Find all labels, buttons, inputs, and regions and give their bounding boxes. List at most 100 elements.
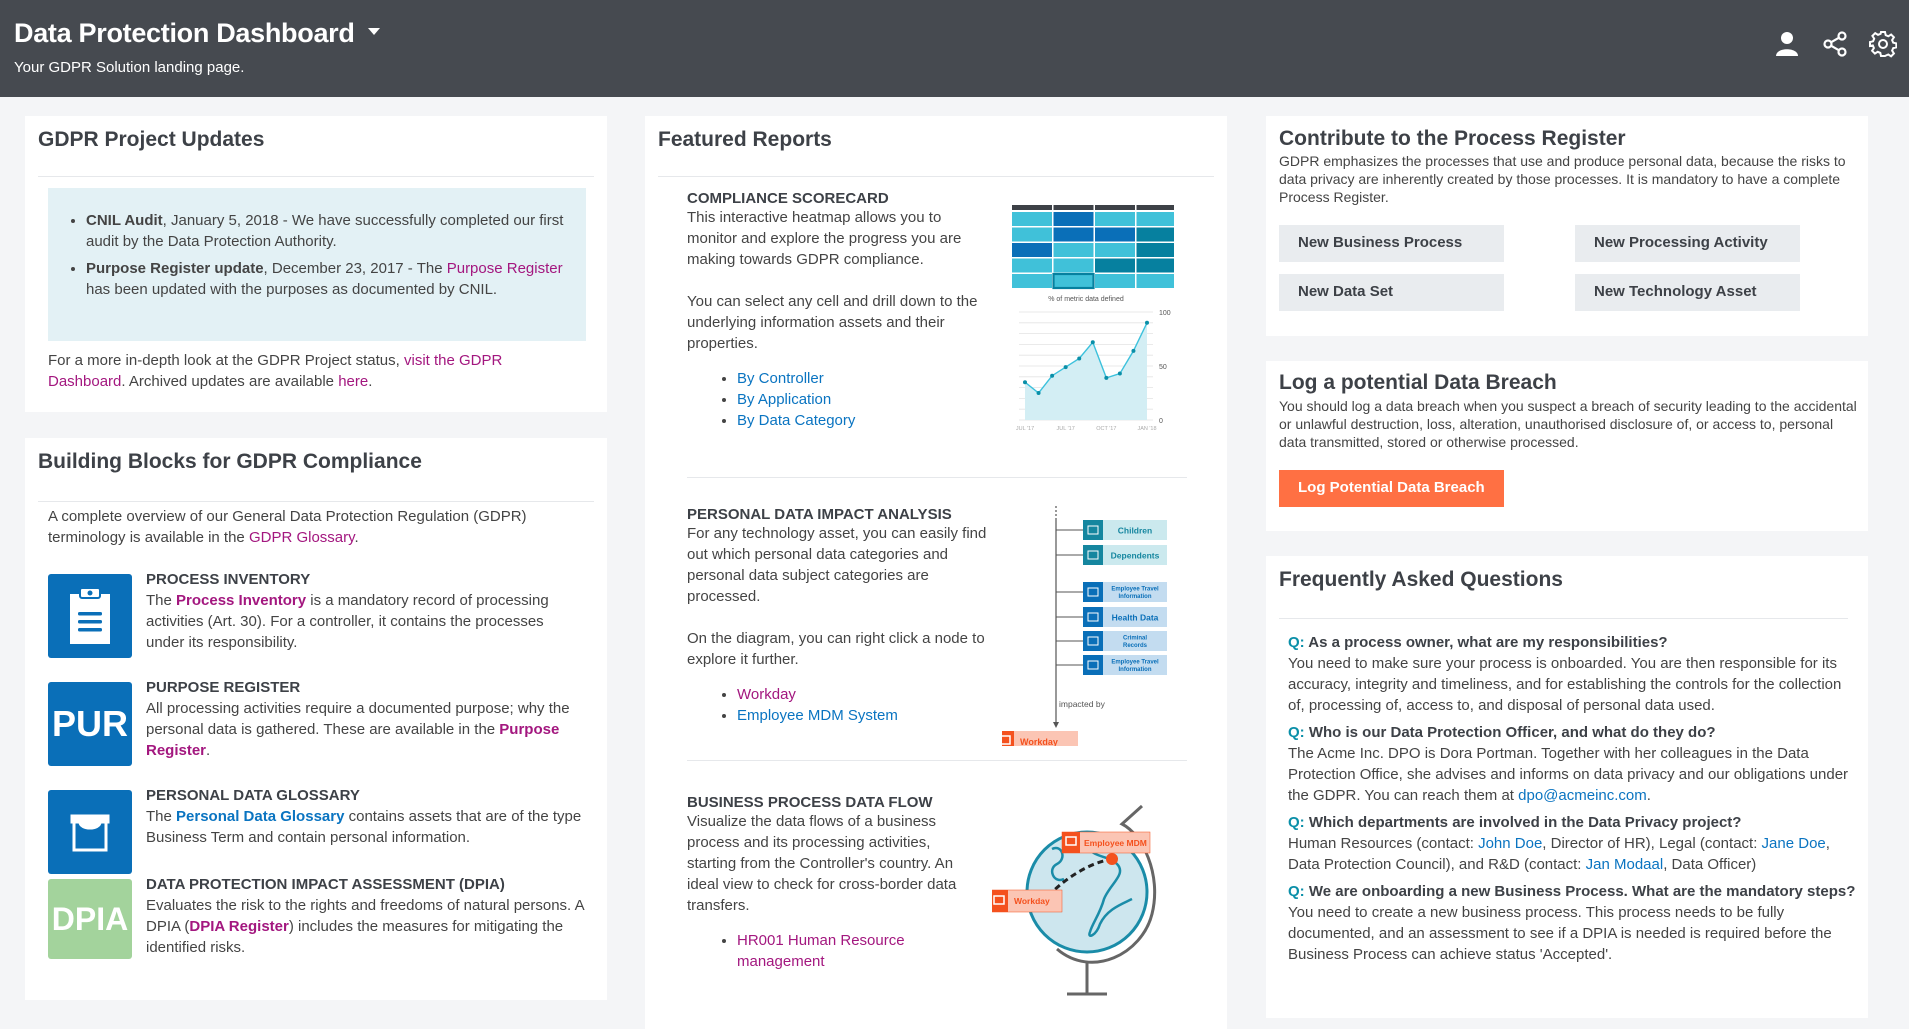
data-point[interactable]: [1050, 373, 1055, 378]
heatmap-cell[interactable]: [1012, 212, 1052, 226]
gear-icon[interactable]: [1869, 30, 1897, 58]
divider: [687, 760, 1187, 761]
data-category-icon: [1083, 582, 1103, 602]
by-data-category-link[interactable]: By Data Category: [737, 412, 855, 429]
data-point[interactable]: [1036, 391, 1041, 395]
intro-text: .: [354, 529, 359, 546]
faq-link[interactable]: dpo@acmeinc.com: [1518, 787, 1647, 804]
heatmap-cell[interactable]: [1053, 227, 1094, 242]
heatmap-cell[interactable]: [1136, 274, 1175, 288]
heatmap-cell[interactable]: [1095, 258, 1135, 273]
faq-question: Q: As a process owner, what are my respo…: [1288, 633, 1858, 653]
faq-answer-text: .: [1646, 787, 1651, 804]
share-icon[interactable]: [1821, 30, 1849, 58]
source-node[interactable]: Workday: [1002, 731, 1078, 746]
purpose-register-link[interactable]: Purpose Register: [447, 260, 563, 277]
heatmap-cell[interactable]: [1053, 212, 1094, 226]
data-point[interactable]: [1090, 340, 1095, 345]
log-data-breach-button[interactable]: Log Potential Data Breach: [1279, 470, 1504, 507]
new-processing-activity-button[interactable]: New Processing Activity: [1575, 225, 1800, 262]
chart-title: % of metric data defined: [1048, 296, 1124, 303]
data-point[interactable]: [1104, 375, 1109, 380]
category-node[interactable]: CriminalRecords: [1056, 631, 1167, 651]
heatmap-cell[interactable]: [1052, 272, 1095, 290]
process-inventory-link[interactable]: Process Inventory: [176, 592, 306, 609]
node-label: Children: [1118, 526, 1152, 536]
heatmap-cell[interactable]: [1095, 243, 1135, 257]
data-point[interactable]: [1131, 348, 1136, 353]
heatmap-header-cell: [1095, 205, 1135, 210]
by-controller-link[interactable]: By Controller: [737, 370, 824, 387]
globe-node-label: Employee MDM: [1084, 838, 1147, 848]
data-point[interactable]: [1077, 356, 1082, 361]
building-blocks-card: Building Blocks for GDPR Compliance A co…: [25, 438, 607, 1000]
divider: [1279, 618, 1848, 619]
heatmap-cell[interactable]: [1053, 258, 1094, 273]
category-node[interactable]: Employee TravelInformation: [1056, 655, 1167, 675]
hr001-link[interactable]: HR001 Human Resource management: [737, 932, 905, 970]
archived-updates-link[interactable]: here: [338, 373, 368, 390]
data-point[interactable]: [1023, 380, 1027, 385]
node-label: Records: [1123, 643, 1148, 649]
heatmap-cell[interactable]: [1012, 227, 1052, 242]
dpia-register-link[interactable]: DPIA Register: [189, 918, 288, 935]
card-title: Featured Reports: [658, 128, 832, 151]
heatmap-cell[interactable]: [1095, 274, 1135, 288]
globe-node-to[interactable]: Employee MDM: [1061, 831, 1151, 854]
heatmap-cell[interactable]: [1095, 227, 1135, 242]
employee-mdm-link[interactable]: Employee MDM System: [737, 707, 898, 724]
report-description: Visualize the data flows of a business p…: [687, 813, 957, 914]
heatmap-cell[interactable]: [1053, 243, 1094, 257]
new-data-set-button[interactable]: New Data Set: [1279, 274, 1504, 311]
category-node[interactable]: Employee TravelInformation: [1056, 582, 1167, 602]
report-link-item: HR001 Human Resource management: [737, 930, 937, 972]
faq-link[interactable]: Jane Doe: [1762, 835, 1826, 852]
purpose-register-tile[interactable]: PUR: [48, 682, 132, 766]
contribute-process-register-card: Contribute to the Process Register GDPR …: [1266, 116, 1868, 336]
workday-link[interactable]: Workday: [737, 686, 796, 703]
heatmap-header-cell: [1053, 205, 1094, 210]
faq-q-prefix: Q:: [1288, 724, 1305, 741]
subject-node[interactable]: Dependents: [1056, 545, 1167, 565]
dpia-tile[interactable]: DPIA: [48, 879, 132, 959]
heatmap-cell[interactable]: [1136, 227, 1175, 242]
new-technology-asset-button[interactable]: New Technology Asset: [1575, 274, 1800, 311]
blocks-intro: A complete overview of our General Data …: [48, 506, 578, 548]
heatmap-cell[interactable]: [1012, 258, 1052, 273]
heatmap-thumbnail[interactable]: [1012, 205, 1174, 291]
faq-link[interactable]: John Doe: [1478, 835, 1542, 852]
faq-link[interactable]: Jan Modaal: [1586, 856, 1664, 873]
report-description: This interactive heatmap allows you to m…: [687, 209, 962, 268]
category-node[interactable]: Health Data: [1056, 607, 1167, 627]
heatmap-cell[interactable]: [1095, 212, 1135, 226]
heatmap-cell[interactable]: [1012, 243, 1052, 257]
title-dropdown-caret-icon[interactable]: [368, 28, 380, 35]
gdpr-glossary-link[interactable]: GDPR Glossary: [249, 529, 355, 546]
heatmap-cell[interactable]: [1136, 212, 1175, 226]
person-card-icon: [1083, 520, 1103, 540]
heatmap-cell[interactable]: [1136, 243, 1175, 257]
impact-diagram[interactable]: Children Dependents Employee TravelInforma…: [1002, 506, 1182, 746]
by-application-link[interactable]: By Application: [737, 391, 831, 408]
block-text-part: The: [146, 592, 177, 609]
user-icon[interactable]: [1773, 30, 1801, 58]
heatmap-cell[interactable]: [1136, 258, 1175, 273]
line-chart[interactable]: % of metric data defined 0 50 100 JUL '17 JUL…: [1005, 290, 1183, 435]
data-point[interactable]: [1117, 371, 1122, 376]
subject-node[interactable]: Children: [1056, 520, 1167, 540]
globe-node-from[interactable]: Workday: [992, 889, 1063, 913]
data-point[interactable]: [1063, 365, 1068, 370]
person-card-icon: [1083, 545, 1103, 565]
data-point[interactable]: [1145, 320, 1149, 325]
personal-data-glossary-tile[interactable]: [48, 790, 132, 874]
block-text: PROCESS INVENTORY The Process Inventory …: [146, 569, 586, 653]
personal-data-glossary-link[interactable]: Personal Data Glossary: [176, 808, 344, 825]
heatmap-cell[interactable]: [1012, 274, 1052, 288]
x-tick-label: JAN '18: [1137, 426, 1156, 432]
process-inventory-tile[interactable]: [48, 574, 132, 658]
y-tick-label: 50: [1159, 364, 1167, 371]
divider: [38, 501, 594, 502]
globe-illustration[interactable]: Employee MDM Workday: [992, 804, 1192, 1004]
node-label: Employee Travel: [1111, 660, 1159, 666]
new-business-process-button[interactable]: New Business Process: [1279, 225, 1504, 262]
